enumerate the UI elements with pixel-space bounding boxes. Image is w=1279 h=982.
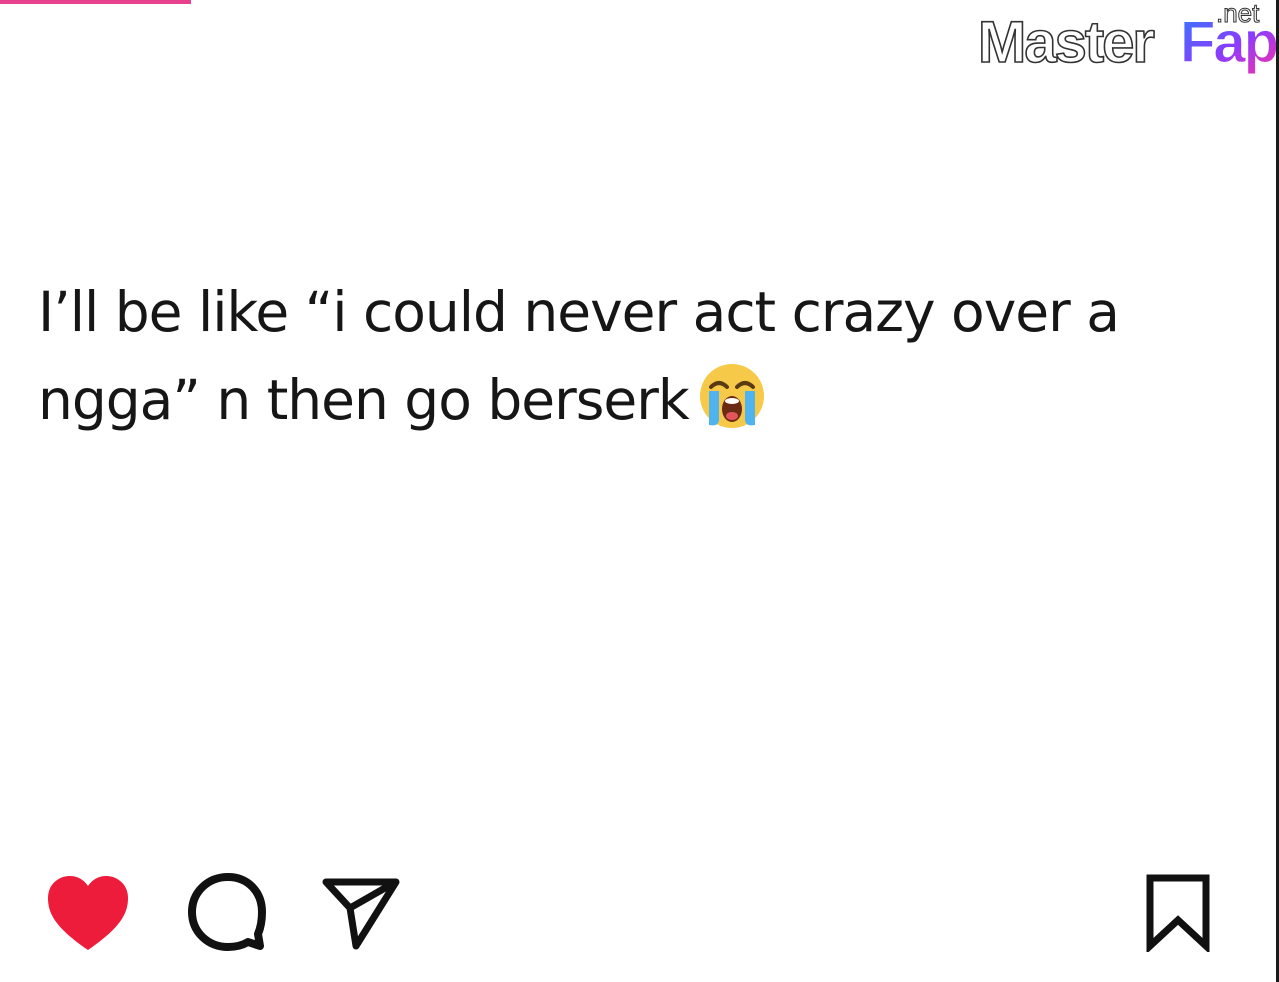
post-caption: I’ll be like “i could never act crazy ov… bbox=[38, 268, 1218, 444]
top-accent-bar bbox=[0, 0, 191, 4]
heart-filled-icon[interactable] bbox=[46, 874, 130, 952]
post-caption-line-1: I’ll be like “i could never act crazy ov… bbox=[38, 280, 1120, 344]
paper-plane-icon[interactable] bbox=[320, 874, 402, 952]
comment-bubble-icon[interactable] bbox=[186, 872, 266, 952]
post-caption-line-2-text: ngga” n then go berserk bbox=[38, 368, 690, 432]
loudly-crying-face-emoji-icon bbox=[699, 364, 764, 428]
post-action-bar bbox=[0, 868, 1279, 958]
svg-text:.net: .net bbox=[1216, 0, 1260, 28]
post-caption-line-2: ngga” n then go berserk bbox=[38, 356, 1218, 444]
masterfap-watermark-logo: Master Fap .net bbox=[977, 0, 1276, 76]
svg-text:Master: Master bbox=[978, 10, 1154, 75]
bookmark-icon[interactable] bbox=[1144, 874, 1212, 952]
